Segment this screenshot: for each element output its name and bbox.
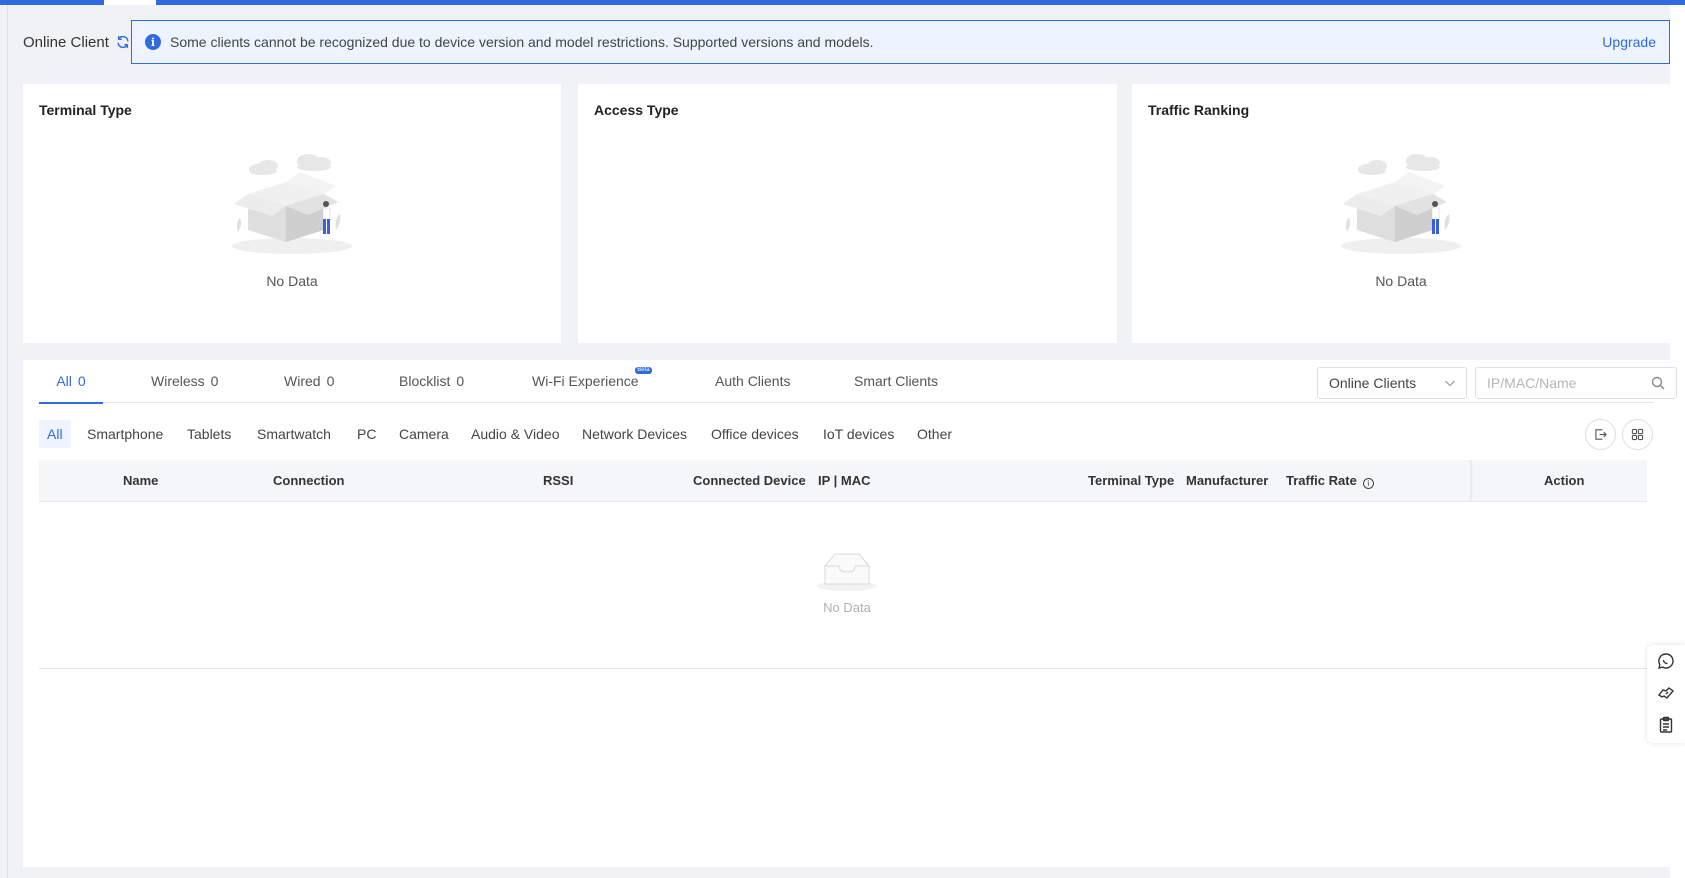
- column-name: Name: [123, 473, 159, 488]
- tab-wireless[interactable]: Wireless 0: [151, 360, 218, 403]
- client-status-select[interactable]: Online Clients: [1317, 367, 1467, 399]
- category-office-devices[interactable]: Office devices: [711, 420, 799, 448]
- category-all[interactable]: All: [39, 420, 71, 448]
- category-network-devices[interactable]: Network Devices: [582, 420, 687, 448]
- column-ip-mac: IP | MAC: [818, 473, 871, 488]
- empty-box-illustration-icon: [1341, 154, 1461, 254]
- empty-inbox-icon: [817, 553, 877, 591]
- tab-all[interactable]: All 0: [39, 360, 103, 404]
- refresh-icon[interactable]: [116, 35, 130, 49]
- table-header: Name Connection RSSI Connected Device IP…: [39, 460, 1647, 502]
- page-title: Online Client: [23, 33, 109, 51]
- tab-wifi-experience[interactable]: Wi-Fi Experience Beta: [532, 360, 652, 403]
- search-input[interactable]: [1487, 368, 1647, 398]
- notes-button[interactable]: [1657, 716, 1675, 734]
- export-icon: [1595, 429, 1607, 440]
- terminal-type-card: Terminal Type No Data: [23, 84, 561, 343]
- column-settings-button[interactable]: [1622, 419, 1653, 450]
- column-traffic-rate: Traffic Rate i: [1286, 460, 1374, 502]
- category-smartwatch[interactable]: Smartwatch: [257, 420, 331, 448]
- handshake-icon: [1657, 687, 1675, 699]
- column-connected-device: Connected Device: [693, 473, 806, 488]
- active-top-tab-indicator: [104, 0, 156, 5]
- column-connection: Connection: [273, 473, 345, 488]
- card-title: Terminal Type: [39, 102, 132, 118]
- select-value: Online Clients: [1329, 375, 1417, 391]
- category-tablets[interactable]: Tablets: [187, 420, 231, 448]
- left-divider: [7, 5, 8, 878]
- search-icon[interactable]: [1651, 376, 1665, 390]
- beta-badge: Beta: [635, 367, 652, 374]
- access-type-card: Access Type: [578, 84, 1117, 343]
- column-manufacturer: Manufacturer: [1186, 473, 1269, 488]
- column-action: Action: [1544, 473, 1585, 488]
- table-bottom-border: [39, 668, 1647, 669]
- category-camera[interactable]: Camera: [399, 420, 449, 448]
- chat-icon: [1658, 653, 1674, 669]
- search-field: [1475, 367, 1677, 399]
- upgrade-link[interactable]: Upgrade: [1602, 34, 1656, 50]
- tab-smart-clients[interactable]: Smart Clients: [854, 360, 938, 403]
- clipboard-icon: [1659, 716, 1673, 733]
- grid-icon: [1631, 428, 1644, 441]
- active-tab-underline: [39, 402, 103, 404]
- floating-toolbar: [1647, 645, 1685, 743]
- page-header: Online Client: [23, 20, 130, 64]
- table-no-data-text: No Data: [823, 600, 871, 615]
- fixed-column-shadow: [1470, 460, 1473, 502]
- tab-blocklist[interactable]: Blocklist 0: [399, 360, 464, 403]
- chevron-down-icon: [1445, 380, 1455, 387]
- column-terminal-type: Terminal Type: [1088, 473, 1175, 488]
- export-button[interactable]: [1585, 419, 1616, 450]
- traffic-ranking-card: Traffic Ranking No Data: [1132, 84, 1670, 343]
- card-title: Access Type: [594, 102, 679, 118]
- tab-wired[interactable]: Wired 0: [284, 360, 334, 403]
- chat-button[interactable]: [1657, 652, 1675, 670]
- category-iot-devices[interactable]: IoT devices: [823, 420, 894, 448]
- no-data-text: No Data: [266, 273, 318, 289]
- info-icon: i: [145, 34, 161, 50]
- client-list-panel: All 0 Wireless 0 Wired 0 Blocklist 0 Wi-Fi E…: [23, 360, 1677, 867]
- empty-box-illustration-icon: [232, 154, 352, 254]
- info-circle-icon[interactable]: i: [1362, 478, 1374, 489]
- notice-text: Some clients cannot be recognized due to…: [170, 34, 874, 50]
- feedback-button[interactable]: [1657, 684, 1675, 702]
- category-other[interactable]: Other: [917, 420, 952, 448]
- card-title: Traffic Ranking: [1148, 102, 1250, 118]
- category-smartphone[interactable]: Smartphone: [87, 420, 163, 448]
- notice-banner: i Some clients cannot be recognized due …: [131, 20, 1670, 64]
- top-accent-bar: [0, 0, 1685, 5]
- column-rssi: RSSI: [543, 473, 574, 488]
- category-pc[interactable]: PC: [357, 420, 376, 448]
- tab-auth-clients[interactable]: Auth Clients: [715, 360, 790, 403]
- no-data-text: No Data: [1375, 273, 1427, 289]
- category-audio-video[interactable]: Audio & Video: [471, 420, 559, 448]
- right-gutter: [1670, 5, 1685, 878]
